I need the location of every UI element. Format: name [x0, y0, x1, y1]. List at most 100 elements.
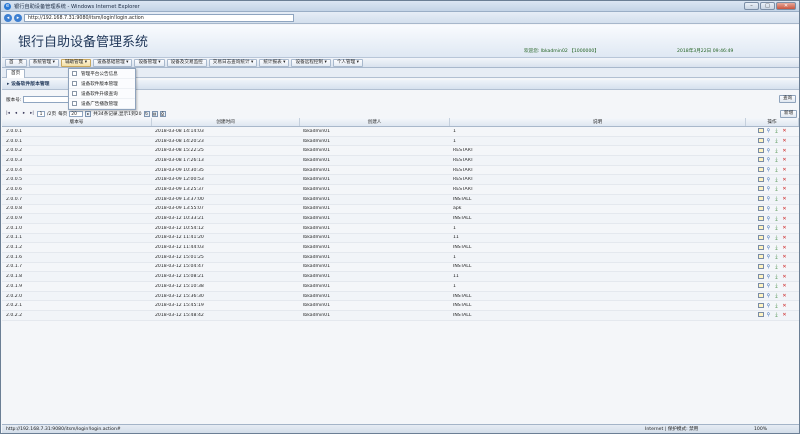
delete-icon[interactable]: ✕ [782, 283, 788, 289]
dropdown-item-software-version[interactable]: 设备软件版本管理 [69, 79, 135, 89]
download-icon[interactable]: ⤓ [774, 196, 780, 202]
per-page-select[interactable]: 20 [69, 110, 84, 117]
page-input[interactable]: 1 [37, 110, 45, 117]
table-row[interactable]: 2.0.0.9 2018-03-12 10:33:21 lbkadmin01 INST… [2, 214, 799, 224]
dropdown-item-upgrade-query[interactable]: 设备软件升级查询 [69, 89, 135, 99]
col-created[interactable]: 创建时间 [152, 118, 300, 126]
download-icon[interactable]: ⤓ [774, 148, 780, 154]
edit-icon[interactable] [757, 176, 764, 182]
table-row[interactable]: 2.0.0.6 2018-03-09 13:25:37 lbkadmin01 REST… [2, 185, 799, 195]
forward-icon[interactable]: ▸ [14, 13, 22, 22]
edit-icon[interactable] [757, 244, 764, 250]
edit-icon[interactable] [757, 273, 764, 279]
download-icon[interactable]: ⤓ [774, 225, 780, 231]
delete-icon[interactable]: ✕ [782, 148, 788, 154]
col-version[interactable]: 版本号 [2, 118, 152, 126]
table-row[interactable]: 2.0.1.9 2018-03-12 15:10:38 lbkadmin01 1 ⚲ ⤓ ✕ [2, 282, 799, 292]
table-row[interactable]: 2.0.0.3 2018-03-08 17:26:13 lbkadmin01 REST… [2, 156, 799, 166]
table-row[interactable]: 2.0.1.7 2018-03-12 15:04:47 lbkadmin01 INST… [2, 263, 799, 273]
back-icon[interactable]: ◂ [4, 13, 12, 22]
edit-icon[interactable] [757, 254, 764, 260]
magnifier-icon[interactable]: ⚲ [766, 245, 772, 251]
delete-icon[interactable]: ✕ [782, 225, 788, 231]
magnifier-icon[interactable]: ⚲ [766, 225, 772, 231]
table-row[interactable]: 2.0.0.7 2018-03-09 13:37:00 lbkadmin01 INST… [2, 194, 799, 205]
menu-system[interactable]: 系统管理 ▾ [28, 58, 59, 67]
menu-device-base[interactable]: 设备基础管理 ▾ [93, 58, 133, 67]
table-row[interactable]: 2.0.1.6 2018-03-12 15:01:25 lbkadmin01 1 ⚲ ⤓ ✕ [2, 252, 799, 263]
print-icon[interactable]: ⎙ [159, 110, 166, 117]
dropdown-item-announcement[interactable]: 管理平台公告信息 [69, 69, 135, 79]
magnifier-icon[interactable]: ⚲ [766, 148, 772, 154]
magnifier-icon[interactable]: ⚲ [766, 235, 772, 241]
delete-icon[interactable]: ✕ [782, 274, 788, 280]
edit-icon[interactable] [757, 215, 764, 221]
menu-remote[interactable]: 设备远程控制 ▾ [291, 58, 331, 67]
magnifier-icon[interactable]: ⚲ [766, 303, 772, 309]
download-icon[interactable]: ⤓ [774, 312, 780, 318]
magnifier-icon[interactable]: ⚲ [766, 312, 772, 318]
col-creator[interactable]: 创建人 [300, 118, 450, 126]
delete-icon[interactable]: ✕ [782, 303, 788, 309]
delete-icon[interactable]: ✕ [782, 254, 788, 260]
magnifier-icon[interactable]: ⚲ [766, 167, 772, 173]
menu-device[interactable]: 设备管理 ▾ [134, 58, 165, 67]
table-row[interactable]: 2.0.1.8 2018-03-12 15:08:21 lbkadmin01 11 ⚲ ⤓… [2, 272, 799, 282]
delete-icon[interactable]: ✕ [782, 186, 788, 192]
download-icon[interactable]: ⤓ [774, 283, 780, 289]
query-button[interactable]: 查询 [779, 95, 797, 103]
edit-icon[interactable] [757, 138, 764, 144]
edit-icon[interactable] [757, 283, 764, 289]
download-icon[interactable]: ⤓ [774, 293, 780, 299]
magnifier-icon[interactable]: ⚲ [766, 177, 772, 183]
edit-icon[interactable] [757, 225, 764, 231]
download-icon[interactable]: ⤓ [774, 235, 780, 241]
delete-icon[interactable]: ✕ [782, 264, 788, 270]
magnifier-icon[interactable]: ⚲ [766, 196, 772, 202]
edit-icon[interactable] [757, 302, 764, 308]
close-button[interactable]: ✕ [776, 2, 796, 10]
delete-icon[interactable]: ✕ [782, 196, 788, 202]
download-icon[interactable]: ⤓ [774, 177, 780, 183]
magnifier-icon[interactable]: ⚲ [766, 283, 772, 289]
download-icon[interactable]: ⤓ [774, 245, 780, 251]
dropdown-item-ad-playback[interactable]: 设备广告播放管理 [69, 99, 135, 109]
magnifier-icon[interactable]: ⚲ [766, 157, 772, 163]
go-icon[interactable]: ▸ [85, 110, 92, 117]
download-icon[interactable]: ⤓ [774, 128, 780, 134]
prev-page-icon[interactable]: ◂ [13, 111, 19, 117]
edit-icon[interactable] [757, 293, 764, 299]
refresh-icon[interactable]: ↻ [143, 110, 150, 117]
table-row[interactable]: 2.0.1.1 2018-03-12 11:41:20 lbkadmin01 11 ⚲ ⤓… [2, 233, 799, 244]
delete-icon[interactable]: ✕ [782, 157, 788, 163]
delete-icon[interactable]: ✕ [782, 245, 788, 251]
magnifier-icon[interactable]: ⚲ [766, 206, 772, 212]
edit-icon[interactable] [757, 196, 764, 202]
delete-icon[interactable]: ✕ [782, 293, 788, 299]
table-row[interactable]: 2.0.0.8 2018-03-09 13:55:07 lbkadmin01 apk ⚲… [2, 205, 799, 215]
menu-auxiliary[interactable]: 辅助管理 ▾ [60, 58, 92, 67]
next-page-icon[interactable]: ▸ [21, 111, 27, 117]
edit-icon[interactable] [757, 234, 764, 240]
table-row[interactable]: 2.0.0.1 2018-03-08 14:20:23 lbkadmin01 1 ⚲ ⤓ ✕ [2, 136, 799, 147]
edit-icon[interactable] [757, 128, 764, 134]
download-icon[interactable]: ⤓ [774, 138, 780, 144]
delete-icon[interactable]: ✕ [782, 167, 788, 173]
table-row[interactable]: 2.0.0.1 2018-03-08 14:14:03 lbkadmin01 1 ⚲ ⤓ ✕ [2, 127, 799, 137]
edit-icon[interactable] [757, 312, 764, 318]
magnifier-icon[interactable]: ⚲ [766, 274, 772, 280]
edit-icon[interactable] [757, 147, 764, 153]
zoom-level[interactable]: 100% [754, 425, 767, 433]
menu-trade-log[interactable]: 交易日志查询统计 ▾ [208, 58, 258, 67]
table-row[interactable]: 2.0.1.2 2018-03-12 11:44:03 lbkadmin01 INST… [2, 243, 799, 253]
menu-reports[interactable]: 统计报表 ▾ [259, 58, 290, 67]
edit-icon[interactable] [757, 186, 764, 192]
download-icon[interactable]: ⤓ [774, 264, 780, 270]
address-input[interactable]: http://192.168.7.31:9080/itsm/login!logi… [24, 13, 294, 22]
download-icon[interactable]: ⤓ [774, 206, 780, 212]
download-icon[interactable]: ⤓ [774, 167, 780, 173]
download-icon[interactable]: ⤓ [774, 157, 780, 163]
magnifier-icon[interactable]: ⚲ [766, 254, 772, 260]
download-icon[interactable]: ⤓ [774, 186, 780, 192]
delete-icon[interactable]: ✕ [782, 216, 788, 222]
